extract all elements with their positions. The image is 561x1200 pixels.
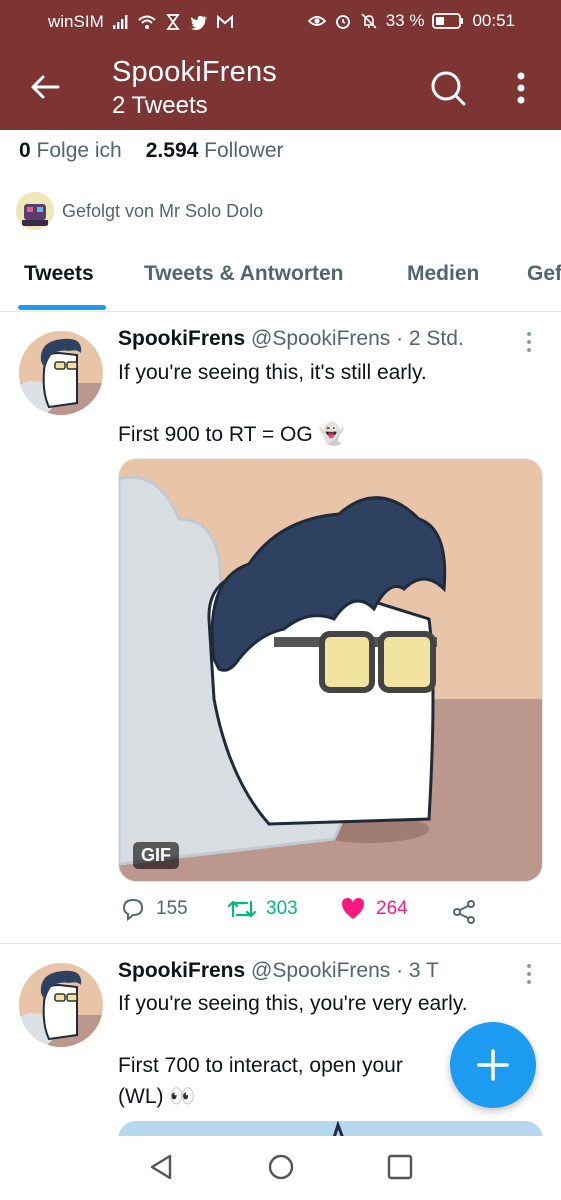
followed-by-text: Gefolgt von Mr Solo Dolo (62, 200, 264, 221)
carrier-label: winSIM (48, 12, 104, 31)
tweet-divider (0, 943, 561, 944)
like-button[interactable]: 264 (340, 896, 408, 922)
retweet-count: 303 (266, 898, 298, 919)
page-title: SpookiFrens (112, 56, 277, 88)
battery-percent: 33 % (385, 11, 425, 30)
author-meta: @SpookiFrens · 2 Std. (251, 327, 464, 350)
heart-icon (342, 898, 364, 919)
reply-count: 155 (156, 898, 188, 919)
author-name[interactable]: SpookiFrens (118, 959, 245, 982)
follower-avatar (16, 192, 54, 230)
avatar[interactable] (19, 331, 103, 415)
battery-icon (432, 13, 464, 29)
tweet-header: SpookiFrens @SpookiFrens · 3 T (118, 959, 439, 983)
avatar[interactable] (19, 963, 103, 1047)
tab-tweets[interactable]: Tweets (24, 262, 94, 286)
search-icon[interactable] (430, 70, 466, 106)
tweet-media[interactable]: GIF (118, 458, 543, 882)
tab-media[interactable]: Medien (407, 262, 479, 286)
wifi-icon (138, 15, 156, 29)
eye-icon (307, 16, 326, 26)
nav-recents-icon[interactable] (385, 1152, 415, 1182)
nav-back-icon[interactable] (146, 1152, 176, 1182)
app-bar: SpookiFrens 2 Tweets (0, 44, 561, 130)
system-nav-bar (0, 1136, 561, 1200)
retweet-icon (228, 900, 256, 918)
tweet-text: If you're seeing this, it's still early.… (118, 361, 427, 446)
tweet-header: SpookiFrens @SpookiFrens · 2 Std. (118, 327, 464, 351)
retweet-button[interactable]: 303 (228, 896, 298, 922)
gif-badge: GIF (133, 842, 179, 869)
signal-icon (112, 15, 128, 29)
follow-stats: 0 Folge ich 2.594 Follower (19, 139, 284, 163)
author-name[interactable]: SpookiFrens (118, 327, 245, 350)
author-meta: @SpookiFrens · 3 T (251, 959, 439, 982)
profile-tabs: Tweets Tweets & Antworten Medien Gef (0, 248, 561, 312)
followers-link[interactable]: 2.594 Follower (146, 139, 284, 163)
compose-tweet-button[interactable] (450, 1022, 536, 1108)
alarm-icon (335, 15, 350, 29)
reply-button[interactable]: 155 (120, 896, 188, 922)
mute-icon (361, 13, 377, 29)
followed-by[interactable]: Gefolgt von Mr Solo Dolo (16, 192, 263, 230)
back-arrow-icon[interactable] (28, 70, 62, 104)
reply-icon (122, 898, 144, 922)
hourglass-icon (165, 14, 180, 30)
share-icon[interactable] (452, 899, 476, 925)
plus-icon (477, 1049, 509, 1081)
tweet-text: If you're seeing this, you're very early… (118, 992, 468, 1108)
clock: 00:51 (472, 11, 515, 30)
tweet-count: 2 Tweets (112, 92, 208, 119)
twitter-notification-icon (190, 15, 207, 31)
tweet-more-icon[interactable] (520, 962, 538, 986)
tweet-actions: 155 303 264 (118, 896, 498, 930)
active-tab-indicator (18, 305, 106, 310)
tab-tweets-and-replies[interactable]: Tweets & Antworten (144, 262, 344, 286)
like-count: 264 (376, 898, 408, 919)
gmail-icon (216, 14, 233, 28)
more-options-icon[interactable] (510, 68, 532, 108)
following-link[interactable]: 0 Folge ich (19, 139, 122, 163)
status-bar: winSIM 33 % 00:51 (0, 0, 561, 44)
tab-likes[interactable]: Gef (527, 262, 561, 286)
tweet-more-icon[interactable] (520, 330, 538, 354)
ghost-gif-image (119, 459, 542, 881)
nav-home-icon[interactable] (266, 1152, 296, 1182)
